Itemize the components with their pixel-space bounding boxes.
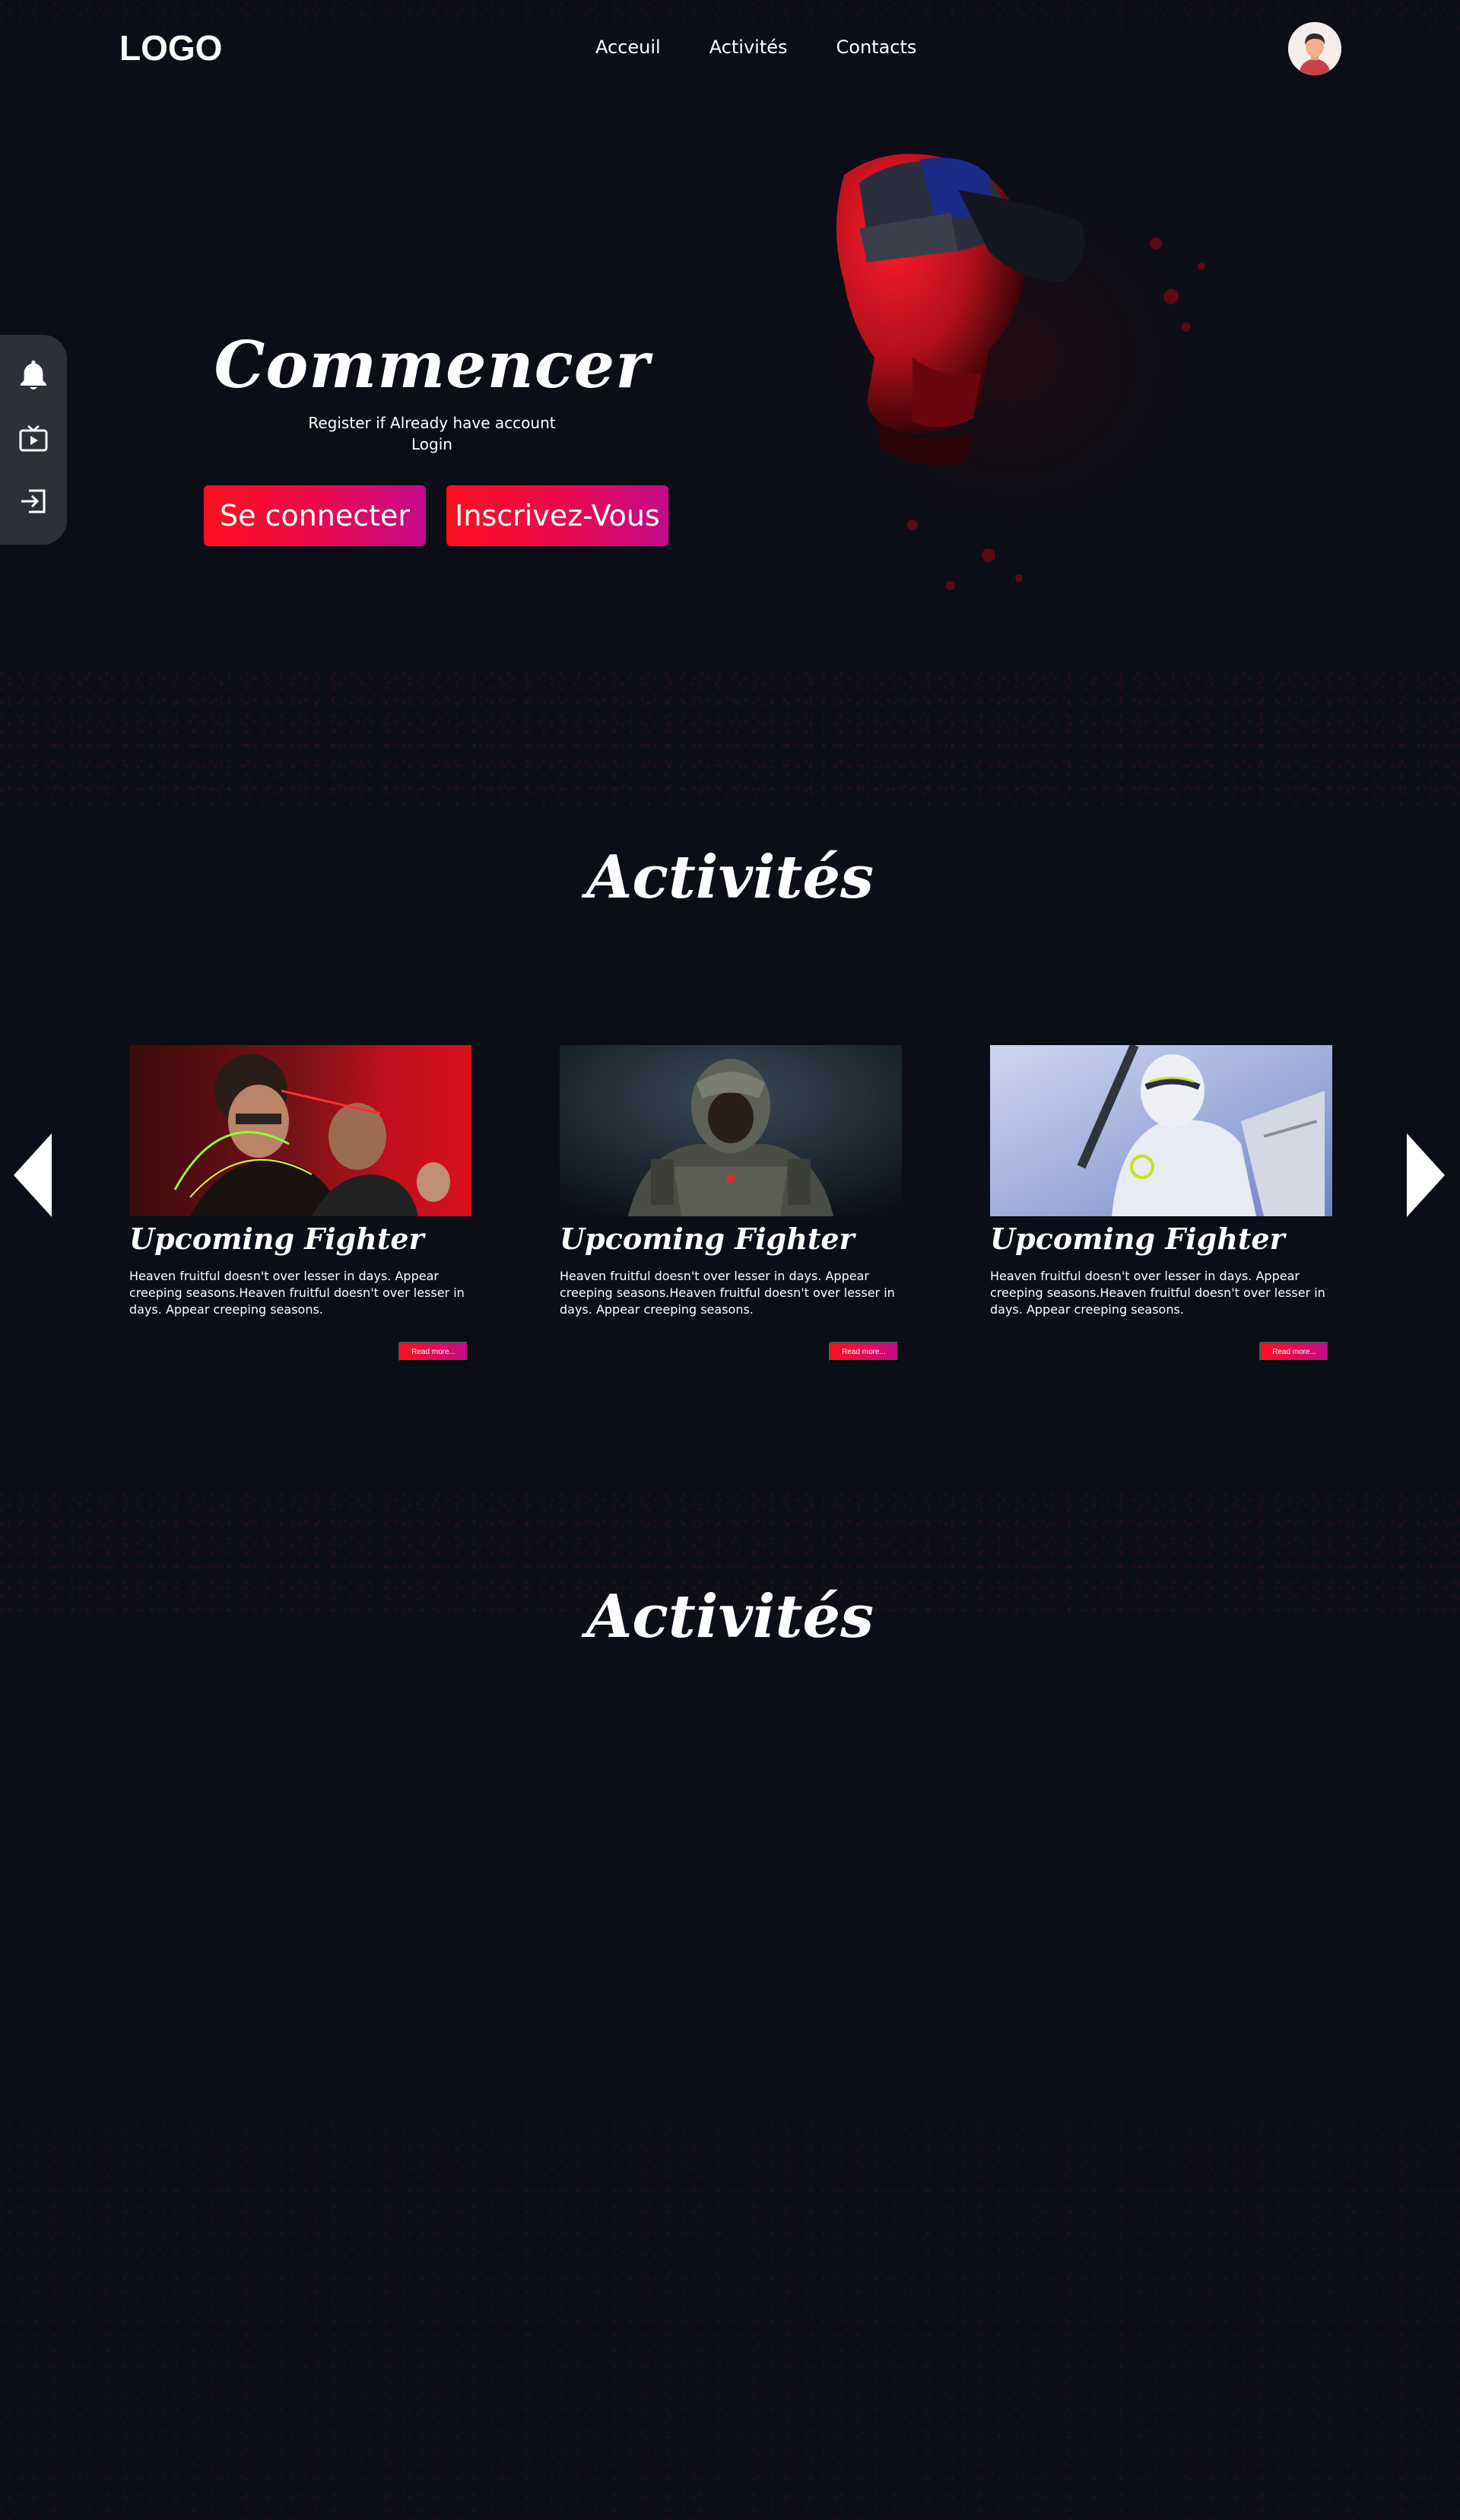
- card-text: Heaven fruitful doesn't over lesser in d…: [560, 1269, 895, 1317]
- tv-play-icon: [18, 423, 49, 456]
- card-title: Upcoming Fighter: [129, 1222, 424, 1256]
- main-nav: Acceuil Activités Contacts: [595, 37, 916, 58]
- carousel-prev-button[interactable]: [14, 1133, 52, 1217]
- live-tv-button[interactable]: [17, 423, 50, 456]
- header: LOGO Acceuil Activités Contacts: [0, 0, 1460, 99]
- hero-vr-illustration: [760, 129, 1262, 616]
- card-image-party[interactable]: [129, 1045, 471, 1216]
- read-more-button[interactable]: Read more...: [829, 1342, 899, 1362]
- activity-card: Upcoming Fighter Heaven fruitful doesn't…: [129, 1045, 471, 1362]
- side-toolbar: [0, 335, 67, 545]
- hero-subtitle-line: Register if Already have account: [308, 414, 556, 432]
- nav-item-contacts[interactable]: Contacts: [836, 37, 917, 58]
- section-title-activites: Activités: [586, 843, 874, 912]
- triangle-right-icon: [1407, 1133, 1445, 1220]
- read-more-button[interactable]: Read more...: [1259, 1342, 1329, 1362]
- carousel-next-button[interactable]: [1407, 1133, 1445, 1217]
- avatar[interactable]: [1288, 22, 1341, 75]
- background-texture-band: [0, 669, 1460, 806]
- login-icon: [18, 486, 49, 520]
- register-button[interactable]: Inscrivez-Vous: [446, 485, 668, 546]
- login-button[interactable]: Se connecter: [204, 485, 426, 546]
- card-image-cyborg[interactable]: [990, 1045, 1332, 1216]
- hero-subtitle-login[interactable]: Login: [204, 434, 660, 455]
- section-title-activites-2: Activités: [586, 1582, 874, 1651]
- card-text: Heaven fruitful doesn't over lesser in d…: [990, 1269, 1325, 1317]
- hero-subtitle: Register if Already have account Login: [204, 412, 660, 455]
- nav-item-activites[interactable]: Activités: [709, 37, 788, 58]
- notifications-button[interactable]: [17, 360, 50, 393]
- logo[interactable]: LOGO: [119, 27, 222, 68]
- card-image-soldier[interactable]: [560, 1045, 902, 1216]
- login-button-sidebar[interactable]: [17, 486, 50, 520]
- card-title: Upcoming Fighter: [990, 1222, 1285, 1256]
- nav-item-acceuil[interactable]: Acceuil: [595, 37, 661, 58]
- card-text: Heaven fruitful doesn't over lesser in d…: [129, 1269, 465, 1317]
- bell-icon: [18, 358, 49, 395]
- triangle-left-icon: [14, 1133, 52, 1220]
- read-more-button[interactable]: Read more...: [398, 1342, 468, 1362]
- background-texture-bottom: [0, 2115, 1460, 2520]
- hero-title: Commencer: [214, 327, 650, 402]
- activity-card: Upcoming Fighter Heaven fruitful doesn't…: [990, 1045, 1332, 1362]
- card-title: Upcoming Fighter: [560, 1222, 855, 1256]
- activity-card: Upcoming Fighter Heaven fruitful doesn't…: [560, 1045, 902, 1362]
